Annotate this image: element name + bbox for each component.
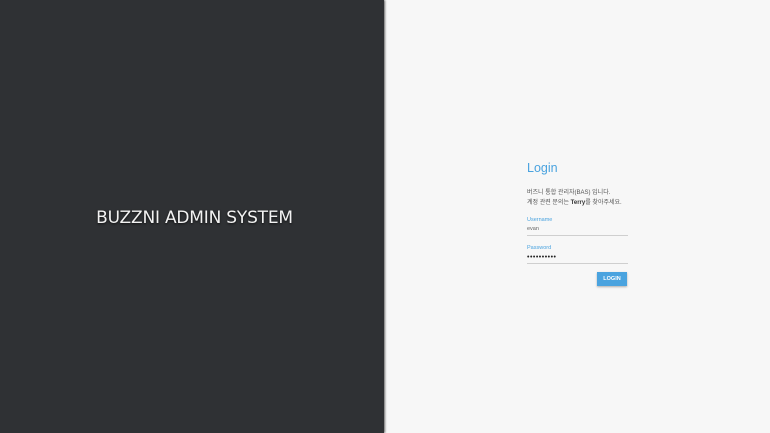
button-row: LOGIN bbox=[527, 272, 628, 286]
password-input[interactable] bbox=[527, 252, 628, 264]
password-field-group: Password bbox=[527, 244, 628, 264]
username-input[interactable] bbox=[527, 224, 628, 236]
description-suffix: 를 찾아주세요. bbox=[585, 200, 622, 206]
description-line-2: 계정 관련 문의는 Terry를 찾아주세요. bbox=[527, 198, 628, 208]
brand-panel: BUZZNI ADMIN SYSTEM bbox=[0, 0, 384, 433]
login-page: BUZZNI ADMIN SYSTEM Login 버즈니 통합 관리자(BAS… bbox=[0, 0, 770, 433]
username-label: Username bbox=[527, 217, 553, 223]
username-field-group: Username bbox=[527, 216, 628, 236]
password-label: Password bbox=[527, 245, 552, 251]
login-description: 버즈니 통합 관리자(BAS) 입니다. 계정 관련 문의는 Terry를 찾아… bbox=[527, 188, 628, 208]
contact-name: Terry bbox=[570, 200, 586, 206]
description-line-1: 버즈니 통합 관리자(BAS) 입니다. bbox=[527, 190, 611, 196]
login-form: Login 버즈니 통합 관리자(BAS) 입니다. 계정 관련 문의는 Ter… bbox=[527, 160, 628, 286]
login-button[interactable]: LOGIN bbox=[597, 272, 627, 286]
login-title: Login bbox=[527, 161, 558, 175]
description-prefix: 계정 관련 문의는 bbox=[527, 200, 571, 206]
brand-title: BUZZNI ADMIN SYSTEM bbox=[96, 208, 293, 228]
login-panel: Login 버즈니 통합 관리자(BAS) 입니다. 계정 관련 문의는 Ter… bbox=[384, 0, 770, 433]
